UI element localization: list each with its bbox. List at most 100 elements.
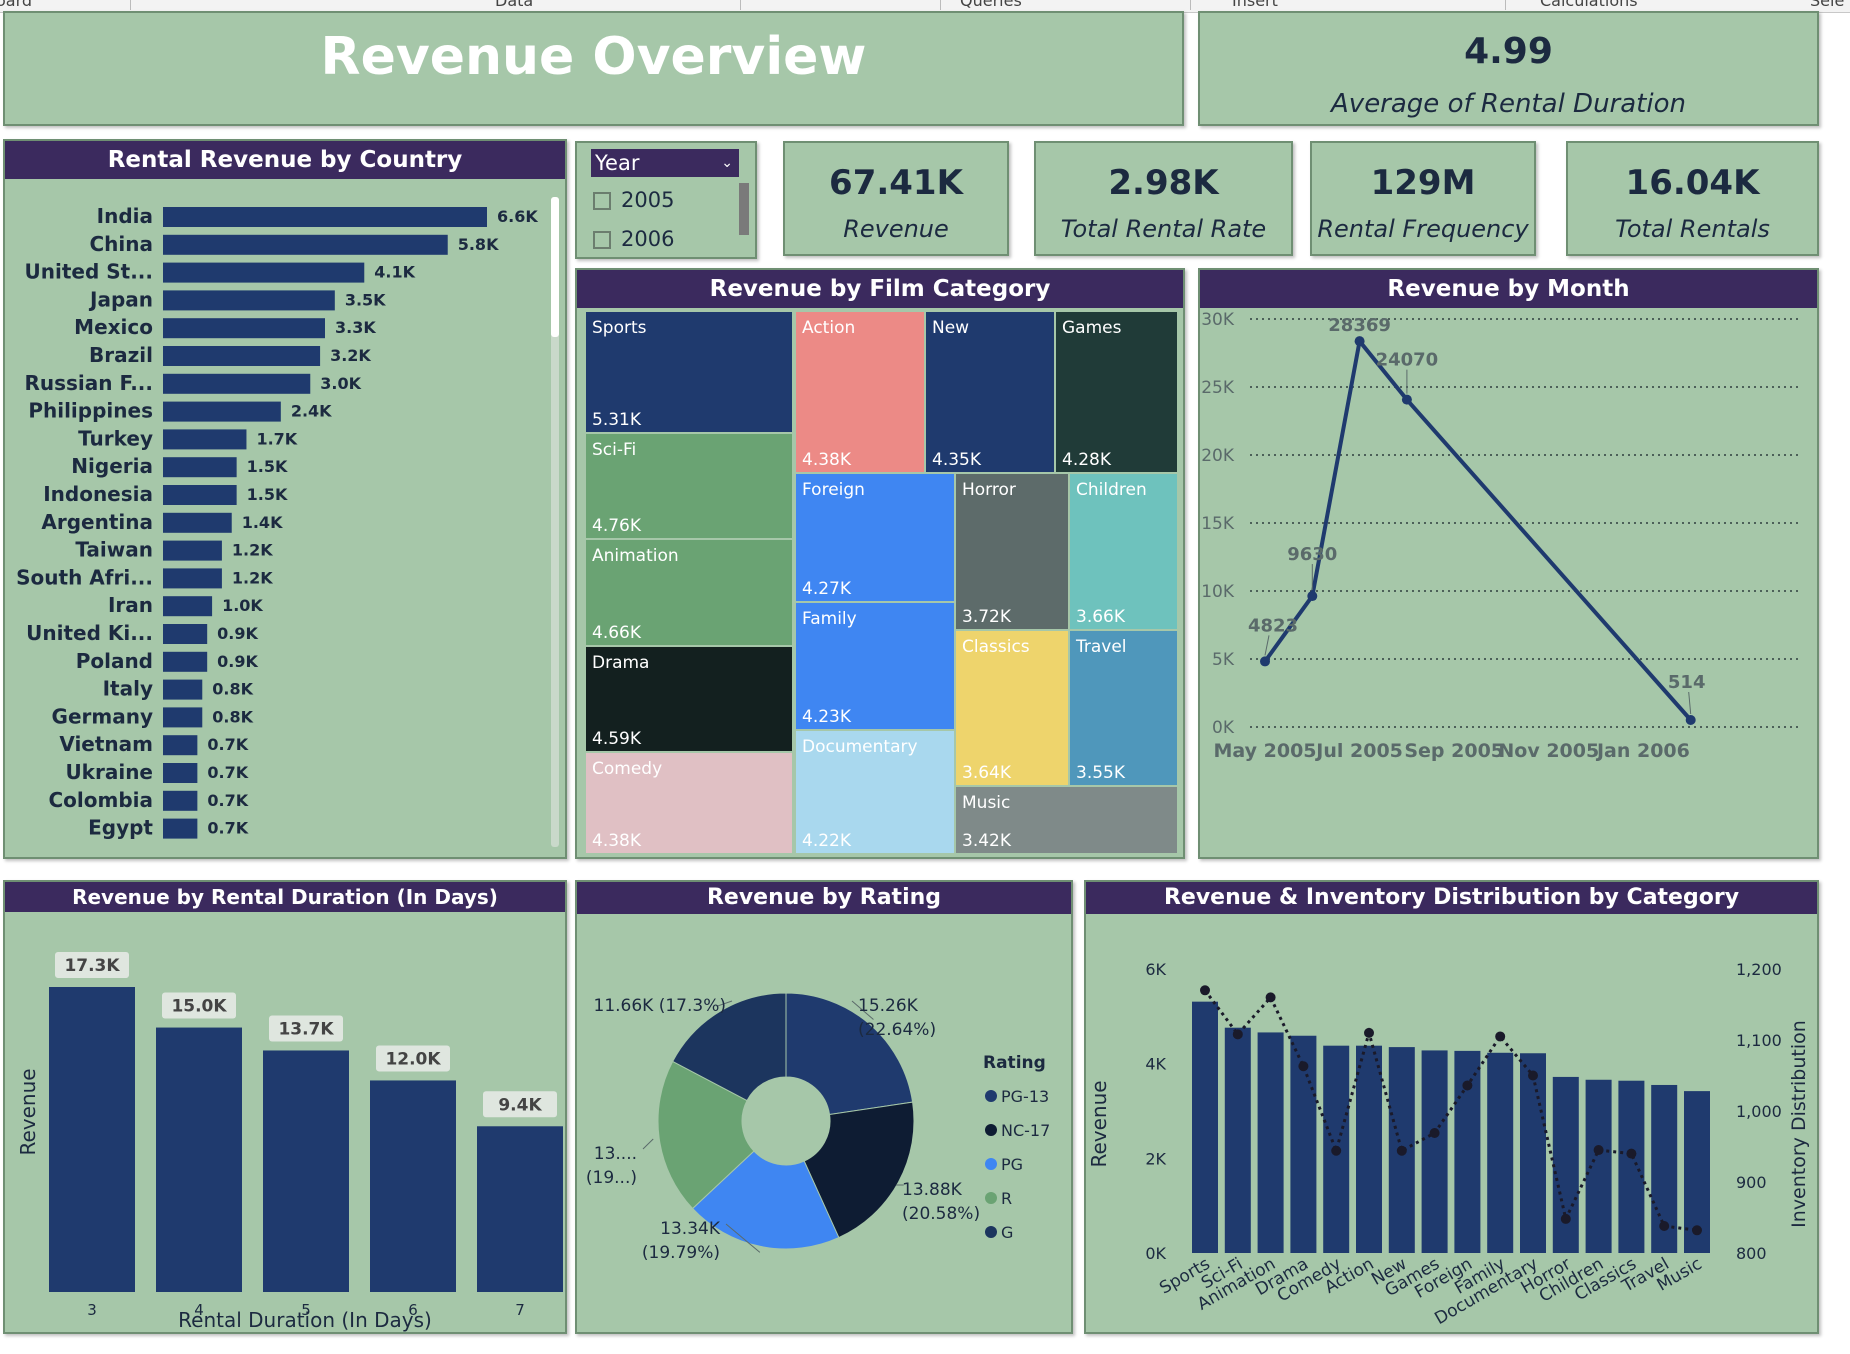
category-label: United Ki... [26,621,153,645]
bar [163,679,203,700]
treemap-tile[interactable]: Children 3.66K [1068,472,1179,631]
kpi-label: Total Rentals [1615,215,1770,243]
category-label: Argentina [41,510,153,534]
x-tick-label: May 2005 [1213,740,1316,762]
checkbox[interactable] [593,231,611,249]
inventory-point [1462,1080,1473,1091]
bar [477,1126,563,1292]
tile-label: Sci-Fi [592,440,637,460]
inventory-point [1593,1145,1604,1156]
bar [163,262,365,283]
tile-label: Sports [592,318,647,338]
treemap-tile[interactable]: Drama 4.59K [584,645,794,753]
scrollbar-thumb[interactable] [551,197,559,337]
bar [163,457,237,478]
bar [1192,1001,1218,1253]
menu-item[interactable]: Data [495,0,533,10]
category-label: Egypt [88,816,153,840]
x-tick-label: 5 [301,1301,311,1319]
x-tick-label: 6 [408,1301,418,1319]
category-label: Poland [76,649,153,673]
slicer-option[interactable]: 2005 [593,188,674,212]
line-chart-svg: 0K 5K 10K 15K 20K 25K 30K May 2005 Jul 2005 Sep 2… [1201,310,1800,762]
menu-item[interactable]: oard [0,0,32,10]
kpi-label: Rental Frequency [1317,215,1529,243]
slicer-scrollbar[interactable] [739,183,749,235]
checkbox[interactable] [593,192,611,210]
data-point [1401,394,1412,405]
legend-label: PG [1001,1155,1023,1174]
treemap-tile[interactable]: Classics 3.64K [954,629,1070,787]
legend-marker [985,1226,997,1238]
y-tick-label: 4K [1145,1055,1166,1074]
data-label: 12.0K [385,1049,441,1069]
y-tick-label: 25K [1201,378,1235,398]
data-label: 1.0K [222,596,263,615]
slicer-option[interactable]: 2006 [593,227,674,251]
bar [1520,1053,1546,1253]
bar [1552,1076,1579,1253]
treemap-tile[interactable]: Animation 4.66K [584,538,794,647]
y-tick-label: 2K [1145,1149,1166,1168]
bar [370,1080,456,1292]
x-tick-label: 7 [515,1301,525,1319]
treemap-tile[interactable]: Foreign 4.27K [794,472,956,603]
slicer-title: Year [595,151,640,175]
scrollbar[interactable] [551,197,559,847]
y-tick-label: 15K [1201,514,1235,534]
treemap-tile[interactable]: Documentary 4.22K [794,729,956,855]
treemap-tile[interactable]: New 4.35K [924,310,1056,474]
data-label: 5.8K [458,235,499,254]
treemap-tile[interactable]: Family 4.23K [794,601,956,731]
category-label: Japan [88,287,153,311]
treemap-tile[interactable]: Comedy 4.38K [584,751,794,855]
series-line [1263,336,1693,722]
y-axis-label: Revenue [1087,1080,1111,1167]
bar [163,568,222,589]
data-label: 13.88K [902,1180,963,1200]
slicer-header[interactable]: Year ⌄ [591,149,739,177]
treemap-tile[interactable]: Sports 5.31K [584,310,794,434]
y-tick-label: 0K [1212,718,1235,738]
bar [163,624,208,644]
kpi-total-rental-rate: 2.98K Total Rental Rate [1034,141,1293,256]
treemap-tile[interactable]: Music 3.42K [954,785,1179,855]
menu-item[interactable]: Sele [1810,0,1844,10]
legend-label: G [1001,1223,1013,1242]
data-label: 13.7K [278,1019,334,1039]
treemap-tile[interactable]: Horror 3.72K [954,472,1070,631]
x-tick-label: 4 [194,1301,204,1319]
data-point [1260,656,1270,667]
data-label: 1.2K [232,541,273,560]
bar [163,234,448,255]
treemap-tile[interactable]: Travel 3.55K [1068,629,1179,787]
page-title: Revenue Overview [320,27,867,87]
treemap-tile[interactable]: Action 4.38K [794,310,926,474]
bar [1356,1045,1382,1253]
y2-axis-label: Inventory Distribution [1788,1020,1810,1228]
data-label: 9630 [1287,544,1337,565]
label-leader [642,1138,654,1150]
data-label: 2.4K [291,402,332,421]
y2-tick-label: 1,200 [1736,960,1782,979]
menu-item[interactable]: Queries [960,0,1022,10]
data-label: 1.2K [232,568,273,587]
menu-item[interactable]: Calculations [1540,0,1638,10]
tile-label: Family [802,609,857,629]
treemap-tile[interactable]: Games 4.28K [1054,310,1179,474]
data-label: 13.... [594,1144,637,1164]
y2-tick-label: 800 [1736,1244,1767,1263]
menu-item[interactable]: Insert [1232,0,1278,10]
treemap-tile[interactable]: Sci-Fi 4.76K [584,432,794,540]
bar [163,651,208,672]
bar [1421,1050,1448,1253]
x-tick-label: Jul 2005 [1314,740,1403,762]
category-label: Nigeria [71,454,153,478]
data-label: 0.7K [207,791,248,810]
title-card: Revenue Overview [3,11,1184,126]
bar [163,790,198,811]
chevron-down-icon[interactable]: ⌄ [721,149,733,177]
inventory-point [1200,985,1210,996]
bar [163,401,281,422]
chart-title: Revenue by Month [1200,270,1817,308]
